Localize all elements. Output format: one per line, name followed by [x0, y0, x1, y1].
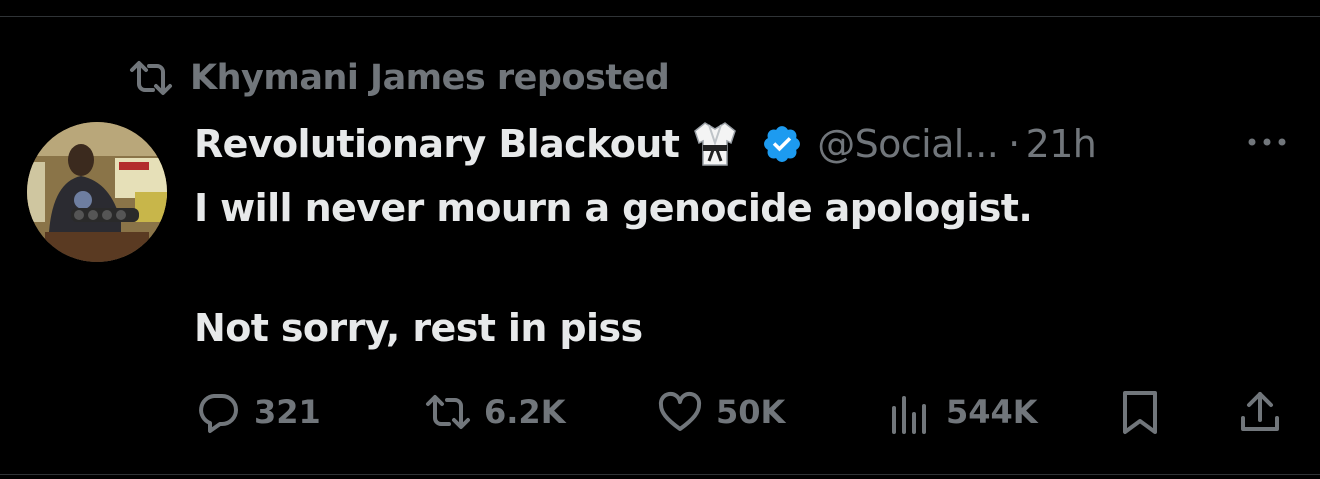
share-button[interactable] — [1236, 388, 1284, 436]
author-handle[interactable]: @Social... — [817, 122, 999, 166]
verified-badge-icon[interactable] — [761, 123, 803, 165]
repost-icon — [130, 61, 172, 95]
repost-icon — [426, 395, 470, 429]
views-button[interactable]: 544K — [886, 388, 1038, 436]
repost-context[interactable]: Khymani James reposted — [128, 56, 670, 100]
more-options-icon[interactable] — [1244, 130, 1290, 154]
bookmark-icon — [1123, 391, 1157, 434]
tweet-header: Revolutionary Blackout @Social... · 21h — [194, 116, 1097, 172]
bottom-divider — [0, 474, 1320, 475]
tweet-text-line-1: I will never mourn a genocide apologist. — [194, 186, 1033, 230]
timestamp[interactable]: 21h — [1026, 122, 1097, 166]
reply-count: 321 — [254, 393, 321, 431]
like-count: 50K — [716, 393, 786, 431]
view-count: 544K — [946, 393, 1038, 431]
heart-icon — [658, 391, 702, 431]
bookmark-button[interactable] — [1116, 388, 1164, 436]
share-icon — [1241, 392, 1279, 431]
views-icon — [892, 396, 926, 434]
avatar-photo — [27, 122, 167, 262]
martial-arts-uniform-icon — [694, 122, 737, 166]
repost-button[interactable]: 6.2K — [424, 388, 565, 436]
like-button[interactable]: 50K — [656, 388, 785, 436]
display-name[interactable]: Revolutionary Blackout — [194, 122, 680, 166]
reply-button[interactable]: 321 — [194, 388, 321, 436]
avatar[interactable] — [27, 122, 167, 262]
reply-icon — [199, 394, 238, 433]
time-separator: · — [1008, 122, 1020, 166]
repost-count: 6.2K — [484, 393, 566, 431]
tweet-text-line-2: Not sorry, rest in piss — [194, 306, 643, 350]
repost-label: Khymani James reposted — [190, 58, 670, 98]
top-divider — [0, 16, 1320, 17]
